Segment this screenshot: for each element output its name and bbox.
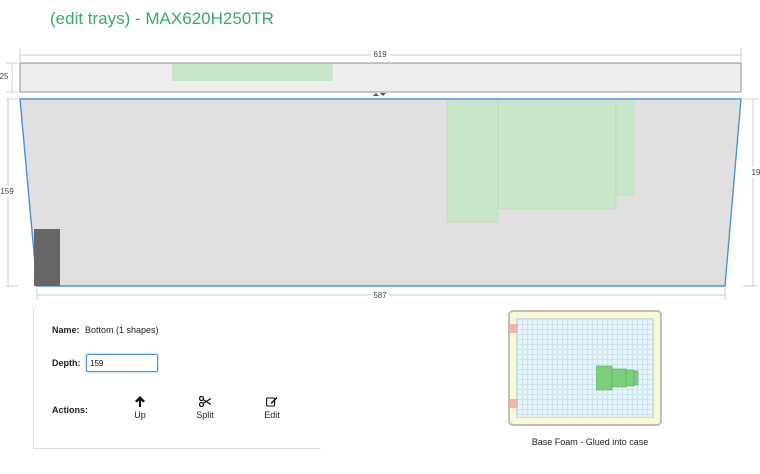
actions-label: Actions: xyxy=(52,405,88,415)
edit-button-label: Edit xyxy=(264,410,280,420)
arrow-up-icon xyxy=(120,396,160,408)
edit-icon xyxy=(252,396,292,408)
case-preview[interactable] xyxy=(508,310,662,426)
preview-cutout-shape xyxy=(596,365,639,391)
tray-block[interactable] xyxy=(34,229,60,286)
depth-label: Depth: xyxy=(52,358,81,368)
left-height-label: 159 xyxy=(0,187,14,196)
left-top-height-dimension: 25 xyxy=(0,62,18,93)
left-top-height-label: 25 xyxy=(0,72,9,81)
top-width-label: 619 xyxy=(373,50,387,59)
preview-marker-bottom xyxy=(510,399,518,408)
split-button-label: Split xyxy=(196,410,214,420)
tray-details-panel: Name: Bottom (1 shapes) Depth: Actions: … xyxy=(33,308,321,449)
preview-marker-top xyxy=(510,324,518,333)
top-width-dimension: 619 xyxy=(19,48,742,62)
bottom-width-label: 587 xyxy=(373,291,387,300)
upper-tray-shape[interactable] xyxy=(172,64,333,81)
bottom-width-dimension: 587 xyxy=(36,288,726,300)
tray-shape-2[interactable] xyxy=(497,99,617,210)
preview-caption: Base Foam - Glued into case xyxy=(531,437,649,447)
depth-input[interactable] xyxy=(86,354,158,372)
tray-shape-3[interactable] xyxy=(615,99,635,196)
upper-tray[interactable] xyxy=(19,62,742,93)
up-button-label: Up xyxy=(134,410,146,420)
scissors-icon xyxy=(185,395,225,408)
name-label: Name: xyxy=(52,325,80,335)
bottom-tray[interactable] xyxy=(19,98,742,287)
right-height-label: 19 xyxy=(752,168,760,177)
edit-button[interactable]: Edit xyxy=(252,396,292,420)
left-height-dimension: 159 xyxy=(0,98,18,287)
up-button[interactable]: Up xyxy=(120,396,160,420)
split-button[interactable]: Split xyxy=(185,395,225,420)
name-value: Bottom (1 shapes) xyxy=(85,325,159,335)
divider-handle-icon[interactable] xyxy=(373,93,386,96)
right-height-dimension: 19 xyxy=(743,98,760,287)
tray-shape-1[interactable] xyxy=(446,99,499,223)
